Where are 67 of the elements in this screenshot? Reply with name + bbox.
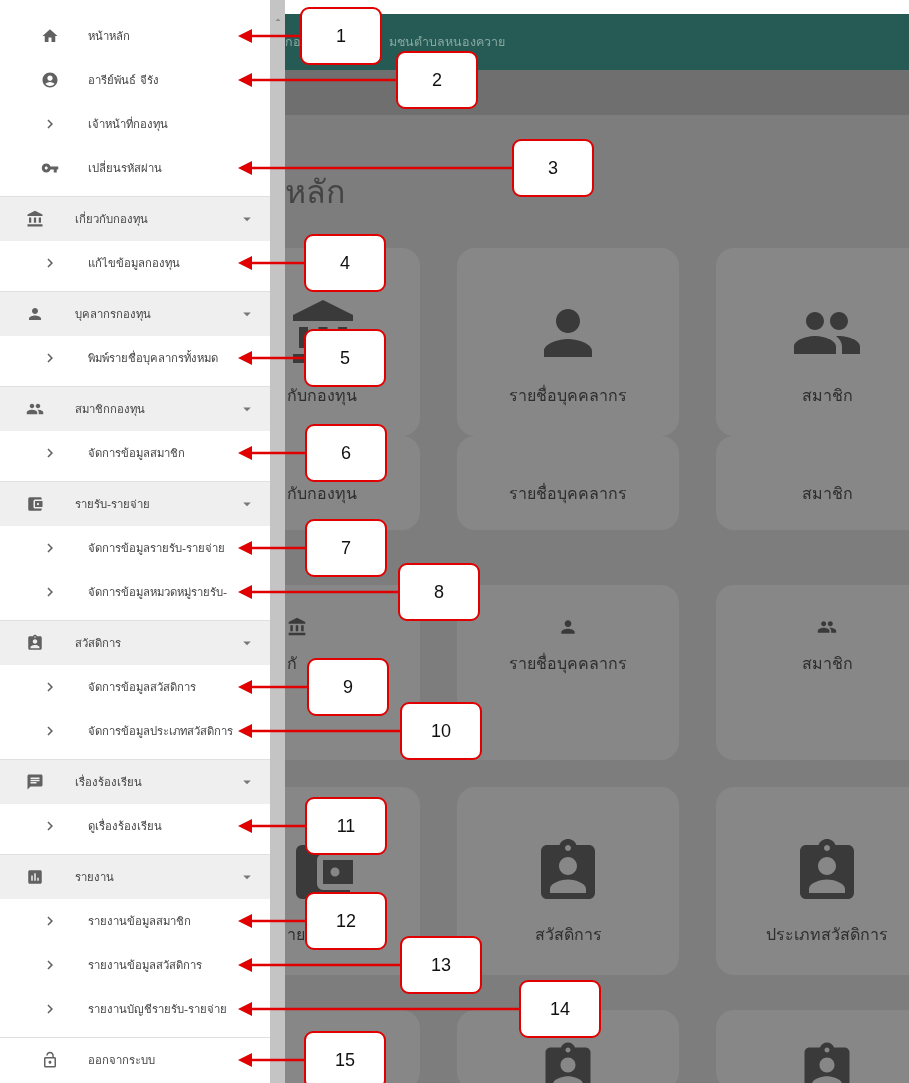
arrow-line [238, 255, 304, 271]
callout-number: 2 [396, 51, 478, 109]
home-icon [41, 27, 59, 45]
menu-group[interactable]: เกี่ยวกับกองทุน [75, 210, 148, 228]
submenu-item[interactable]: รายงานบัญชีรายรับ-รายจ่าย [88, 1000, 228, 1018]
callout-number: 15 [304, 1031, 386, 1083]
menu-group[interactable]: เรื่องร้องเรียน [75, 773, 142, 791]
menu-card[interactable]: สมาชิก [716, 436, 909, 530]
arrow-line [238, 1052, 304, 1068]
menu-card[interactable]: สวัสดิการ [457, 787, 679, 975]
submenu-item[interactable]: จัดการข้อมูลสวัสดิการ [88, 678, 196, 696]
menu-group[interactable]: สมาชิกกองทุน [75, 400, 145, 418]
menu-card[interactable]: รายชื่อบุคคลากร [457, 585, 679, 760]
menu-item[interactable]: เปลี่ยนรหัสผ่าน [88, 159, 162, 177]
submenu-item[interactable]: พิมพ์รายชื่อบุคลากรทั้งหมด [88, 349, 218, 367]
header-title: กอ [285, 33, 301, 51]
menu-group[interactable]: บุคลากรกองทุน [75, 305, 151, 323]
callout-number: 14 [519, 980, 601, 1038]
callout-number: 1 [300, 7, 382, 65]
arrow-line [238, 818, 305, 834]
badge-icon [26, 634, 44, 652]
menu-item[interactable]: เจ้าหน้าที่กองทุน [88, 115, 168, 133]
chat-icon [26, 773, 44, 791]
menu-group[interactable]: รายรับ-รายจ่าย [75, 495, 151, 513]
callout-number: 7 [305, 519, 387, 577]
callout-number: 9 [307, 658, 389, 716]
menu-card[interactable]: สมาชิก [716, 248, 909, 436]
arrow-line [238, 679, 307, 695]
callout-number: 12 [305, 892, 387, 950]
wallet-icon [26, 495, 44, 513]
callout-number: 3 [512, 139, 594, 197]
submenu-item[interactable]: รายงานข้อมูลสวัสดิการ [88, 956, 202, 974]
callout-number: 8 [398, 563, 480, 621]
arrow-line [238, 445, 305, 461]
submenu-item[interactable]: แก้ไขข้อมูลกองทุน [88, 254, 180, 272]
bar-chart-icon [26, 868, 44, 886]
arrow-line [238, 350, 304, 366]
submenu-item[interactable]: ดูเรื่องร้องเรียน [88, 817, 162, 835]
menu-item[interactable]: หน้าหลัก [88, 27, 130, 45]
callout-number: 11 [305, 797, 387, 855]
page-title: หลัก [285, 172, 345, 213]
arrow-line [238, 540, 305, 556]
callout-number: 10 [400, 702, 482, 760]
submenu-item[interactable]: จัดการข้อมูลประเภทสวัสดิการ [88, 722, 233, 740]
submenu-item[interactable]: จัดการข้อมูลหมวดหมู่รายรับ- [88, 583, 228, 601]
menu-card[interactable]: สมาชิก [716, 585, 909, 760]
callout-number: 13 [400, 936, 482, 994]
person-icon [26, 305, 44, 323]
menu-item[interactable]: ออกจากระบบ [88, 1051, 155, 1069]
menu-card[interactable]: รายชื่อบุคคลากร [457, 436, 679, 530]
callout-number: 4 [304, 234, 386, 292]
submenu-item[interactable]: รายงานข้อมูลสมาชิก [88, 912, 191, 930]
callout-number: 5 [304, 329, 386, 387]
callout-number: 6 [305, 424, 387, 482]
menu-item[interactable]: อารีย์พันธ์ จีรัง [88, 71, 159, 89]
menu-card[interactable]: ประเภทสวัสดิการ [716, 787, 909, 975]
unlock-icon [41, 1051, 59, 1069]
arrow-line [238, 28, 300, 44]
card-icon [287, 617, 307, 637]
submenu-item[interactable]: จัดการข้อมูลสมาชิก [88, 444, 185, 462]
bank-icon [26, 210, 44, 228]
menu-group[interactable]: รายงาน [75, 868, 114, 886]
arrow-line [238, 913, 305, 929]
submenu-item[interactable]: จัดการข้อมูลรายรับ-รายจ่าย [88, 539, 226, 557]
menu-card[interactable]: รายชื่อบุคคลากร [457, 248, 679, 436]
menu-group[interactable]: สวัสดิการ [75, 634, 121, 652]
header-title: มชนตำบลหนองควาย [389, 33, 505, 51]
